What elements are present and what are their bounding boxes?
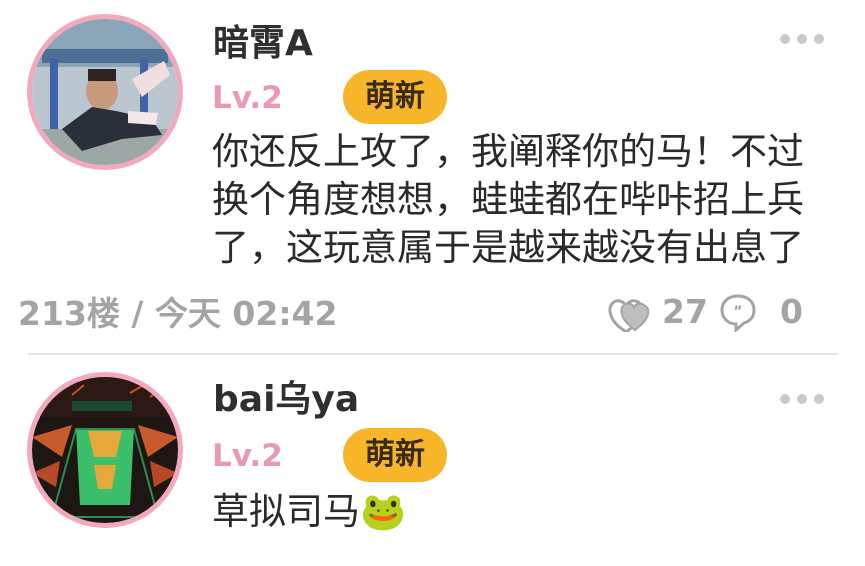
- user-level-2: Lv.2: [212, 438, 283, 474]
- reply-button-1[interactable]: ” 0: [718, 292, 803, 332]
- comment-text-1: 你还反上攻了，我阐释你的马！不过换个角度想想，蛙蛙都在哔咔招上兵了，这玩意属于是…: [212, 130, 804, 269]
- dot: [780, 394, 790, 404]
- avatar-image-2: [32, 377, 178, 523]
- user-level-1: Lv.2: [212, 80, 283, 116]
- comment-text-2: 草拟司马🐸: [212, 490, 407, 533]
- comment-item-2: bai乌ya Lv.2 萌新 草拟司马🐸: [0, 356, 865, 566]
- dot: [780, 34, 790, 44]
- username-2[interactable]: bai乌ya: [213, 378, 359, 422]
- user-badge-1: 萌新: [343, 70, 447, 124]
- comment-item-1: 暗霄A Lv.2 萌新 你还反上攻了，我阐释你的马！不过换个角度想想，蛙蛙都在哔…: [0, 0, 865, 350]
- avatar-image-1: [32, 19, 178, 165]
- like-button-1[interactable]: 27: [606, 292, 708, 332]
- speech-bubble-icon: ”: [720, 294, 756, 332]
- like-count-1: 27: [662, 292, 708, 331]
- username-1[interactable]: 暗霄A: [213, 22, 313, 66]
- more-dots-icon[interactable]: [780, 392, 824, 406]
- avatar-user-1[interactable]: [27, 14, 183, 170]
- floor-time-1: 213楼 / 今天 02:42: [18, 294, 338, 333]
- svg-text:”: ”: [733, 304, 742, 320]
- reply-count-1: 0: [780, 292, 803, 331]
- more-dots-icon[interactable]: [780, 32, 824, 46]
- avatar-user-2[interactable]: [27, 372, 183, 528]
- comment-divider: [28, 353, 838, 355]
- user-badge-2: 萌新: [343, 428, 447, 482]
- dot: [814, 394, 824, 404]
- dot: [797, 34, 807, 44]
- dot: [797, 394, 807, 404]
- dot: [814, 34, 824, 44]
- heart-like-icon: [608, 299, 650, 332]
